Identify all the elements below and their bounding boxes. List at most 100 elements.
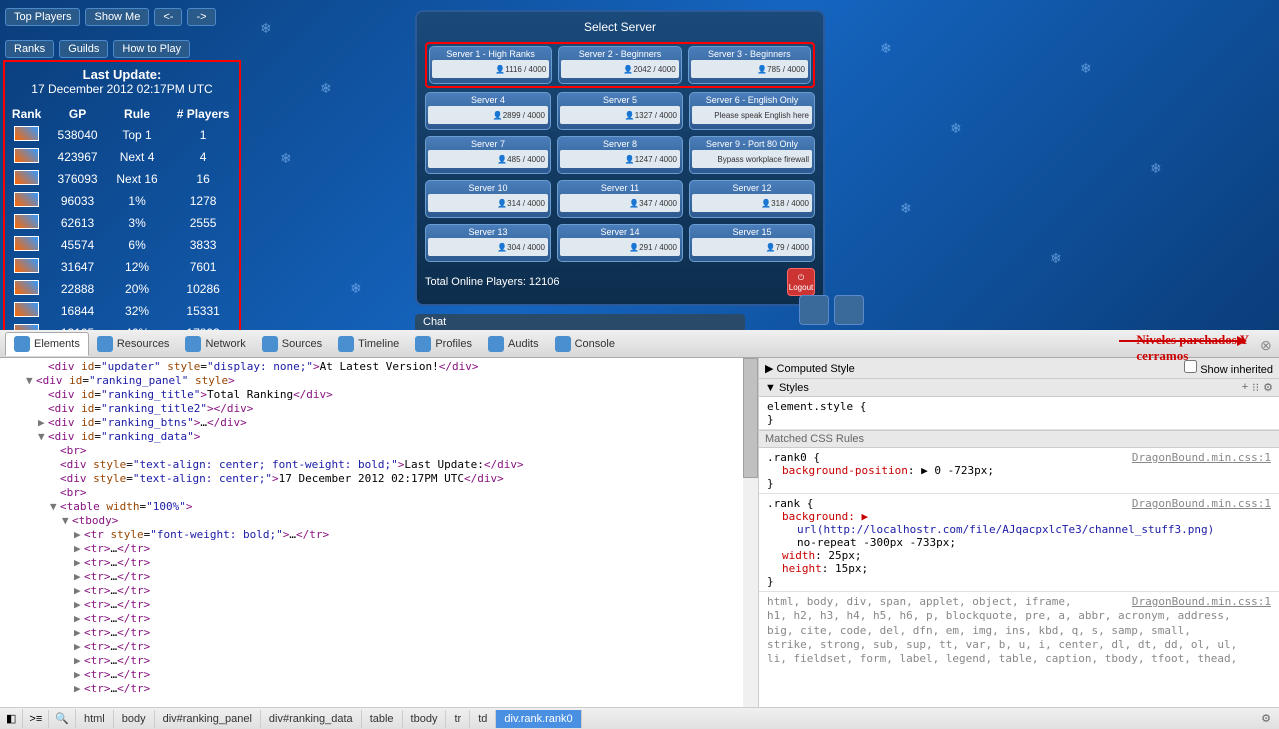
breadcrumb-item[interactable]: td [470, 710, 496, 728]
ranking-table: Rank GP Rule # Players 538040Top 1142396… [5, 104, 239, 330]
breadcrumb-item[interactable]: tr [446, 710, 470, 728]
next-button[interactable]: -> [187, 8, 215, 26]
element-node[interactable]: ▶<div id="ranking_btns">…</div> [2, 416, 756, 430]
element-node[interactable]: ▶<tr>…</tr> [2, 640, 756, 654]
element-node[interactable]: ▶<tr>…</tr> [2, 598, 756, 612]
element-style-rule[interactable]: element.style { } [759, 397, 1279, 430]
server-card[interactable]: Server 13👤304 / 4000 [425, 224, 551, 262]
rank-icon [14, 280, 39, 295]
guilds-button[interactable]: Guilds [59, 40, 108, 58]
server-card[interactable]: Server 1 - High Ranks👤1116 / 4000 [429, 46, 552, 84]
rank-icon [14, 170, 39, 185]
rank-icon [14, 192, 39, 207]
element-node[interactable]: ▶<tr>…</tr> [2, 556, 756, 570]
show-me-button[interactable]: Show Me [85, 8, 149, 26]
devtools-tab-console[interactable]: Console [547, 332, 623, 356]
breadcrumb-item[interactable]: tbody [403, 710, 447, 728]
element-node[interactable]: ▶<tr>…</tr> [2, 542, 756, 556]
element-node[interactable]: <br> [2, 444, 756, 458]
element-node[interactable]: ▼<tbody> [2, 514, 756, 528]
server-card[interactable]: Server 12👤318 / 4000 [689, 180, 815, 218]
element-node[interactable]: ▶<tr>…</tr> [2, 626, 756, 640]
ranks-button[interactable]: Ranks [5, 40, 54, 58]
dock-icon[interactable]: ◧ [0, 709, 23, 728]
breadcrumb-item[interactable]: div#ranking_data [261, 710, 362, 728]
inspect-icon[interactable]: 🔍 [49, 709, 76, 728]
console-toggle-icon[interactable]: >≡ [23, 710, 49, 728]
element-node[interactable]: <div style="text-align: center;">17 Dece… [2, 472, 756, 486]
server-card[interactable]: Server 3 - Beginners👤785 / 4000 [688, 46, 811, 84]
element-node[interactable]: <div style="text-align: center; font-wei… [2, 458, 756, 472]
toggle-state-icon[interactable]: ⁝⁝ [1252, 381, 1259, 394]
server-card[interactable]: Server 10👤314 / 4000 [425, 180, 551, 218]
second-buttons-row: Ranks Guilds How to Play [5, 40, 190, 58]
close-devtools-icon[interactable]: ⊗ [1260, 337, 1274, 351]
elements-panel[interactable]: <div id="updater" style="display: none;"… [0, 358, 759, 707]
element-node[interactable]: ▶<tr style="font-weight: bold;">…</tr> [2, 528, 756, 542]
table-row: 455746%3833 [5, 234, 239, 256]
server-card[interactable]: Server 7👤485 / 4000 [425, 136, 551, 174]
element-node[interactable]: <div id="ranking_title2"></div> [2, 402, 756, 416]
devtools-tab-profiles[interactable]: Profiles [407, 332, 480, 356]
console-icon [555, 336, 571, 352]
element-node[interactable]: ▶<tr>…</tr> [2, 654, 756, 668]
server-card[interactable]: Server 4👤2899 / 4000 [425, 92, 551, 130]
devtools-tab-resources[interactable]: Resources [89, 332, 178, 356]
new-rule-icon[interactable]: + [1242, 381, 1248, 394]
server-dialog-title: Select Server [425, 20, 815, 34]
table-row: 3164712%7601 [5, 256, 239, 278]
server-dialog: Select Server Server 1 - High Ranks👤1116… [415, 10, 825, 306]
devtools-tab-network[interactable]: Network [177, 332, 253, 356]
server-card[interactable]: Server 14👤291 / 4000 [557, 224, 683, 262]
devtools-tab-audits[interactable]: Audits [480, 332, 547, 356]
matched-rules-header: Matched CSS Rules [759, 430, 1279, 448]
server-card[interactable]: Server 11👤347 / 4000 [557, 180, 683, 218]
devtools-tab-elements[interactable]: Elements [5, 332, 89, 356]
breadcrumb-bar: ◧ >≡ 🔍 htmlbodydiv#ranking_paneldiv#rank… [0, 707, 1279, 729]
element-node[interactable]: <div id="updater" style="display: none;"… [2, 360, 756, 374]
table-row: 960331%1278 [5, 190, 239, 212]
element-node[interactable]: ▶<tr>…</tr> [2, 668, 756, 682]
chat-bar[interactable]: Chat [415, 314, 745, 330]
element-node[interactable]: ▼<table width="100%"> [2, 500, 756, 514]
devtools-tab-timeline[interactable]: Timeline [330, 332, 407, 356]
breadcrumb-item[interactable]: table [362, 710, 403, 728]
element-node[interactable]: ▶<tr>…</tr> [2, 570, 756, 584]
settings-gear-icon[interactable]: ⚙ [1253, 709, 1279, 728]
inherited-rule[interactable]: DragonBound.min.css:1 html, body, div, s… [759, 592, 1279, 669]
prev-button[interactable]: <- [154, 8, 182, 26]
rank-rule[interactable]: DragonBound.min.css:1 .rank { background… [759, 494, 1279, 592]
breadcrumb-item[interactable]: div.rank.rank0 [496, 710, 581, 728]
devtools-tab-sources[interactable]: Sources [254, 332, 330, 356]
game-area: ❄❄ ❄❄ ❄❄ ❄❄ ❄❄ Top Players Show Me <- ->… [0, 0, 1279, 330]
server-card[interactable]: Server 2 - Beginners👤2042 / 4000 [558, 46, 681, 84]
server-card[interactable]: Server 6 - English OnlyPlease speak Engl… [689, 92, 815, 130]
how-to-play-button[interactable]: How to Play [113, 40, 190, 58]
element-node[interactable]: ▶<tr>…</tr> [2, 612, 756, 626]
server-card[interactable]: Server 5👤1327 / 4000 [557, 92, 683, 130]
table-row: 626133%2555 [5, 212, 239, 234]
breadcrumb-item[interactable]: html [76, 710, 114, 728]
element-node[interactable]: <div id="ranking_title">Total Ranking</d… [2, 388, 756, 402]
devtools: ElementsResourcesNetworkSourcesTimelineP… [0, 330, 1279, 729]
element-node[interactable]: ▶<tr>…</tr> [2, 682, 756, 696]
element-node[interactable]: ▶<tr>…</tr> [2, 584, 756, 598]
breadcrumb-item[interactable]: body [114, 710, 155, 728]
sources-icon [262, 336, 278, 352]
element-node[interactable]: <br> [2, 486, 756, 500]
server-card[interactable]: Server 9 - Port 80 OnlyBypass workplace … [689, 136, 815, 174]
rank0-rule[interactable]: DragonBound.min.css:1 .rank0 { backgroun… [759, 448, 1279, 494]
server-card[interactable]: Server 15👤79 / 4000 [689, 224, 815, 262]
th-rank: Rank [5, 104, 48, 124]
element-node[interactable]: ▼<div id="ranking_panel" style> [2, 374, 756, 388]
red-arrow-icon [1119, 340, 1239, 342]
options-icon[interactable] [799, 295, 829, 325]
logout-button[interactable]: ⏻Logout [787, 268, 815, 296]
top-players-button[interactable]: Top Players [5, 8, 80, 26]
scrollbar[interactable] [743, 358, 758, 707]
breadcrumb-item[interactable]: div#ranking_panel [155, 710, 261, 728]
servers-icon[interactable] [834, 295, 864, 325]
element-node[interactable]: ▼<div id="ranking_data"> [2, 430, 756, 444]
gear-icon[interactable]: ⚙ [1263, 381, 1273, 394]
server-card[interactable]: Server 8👤1247 / 4000 [557, 136, 683, 174]
